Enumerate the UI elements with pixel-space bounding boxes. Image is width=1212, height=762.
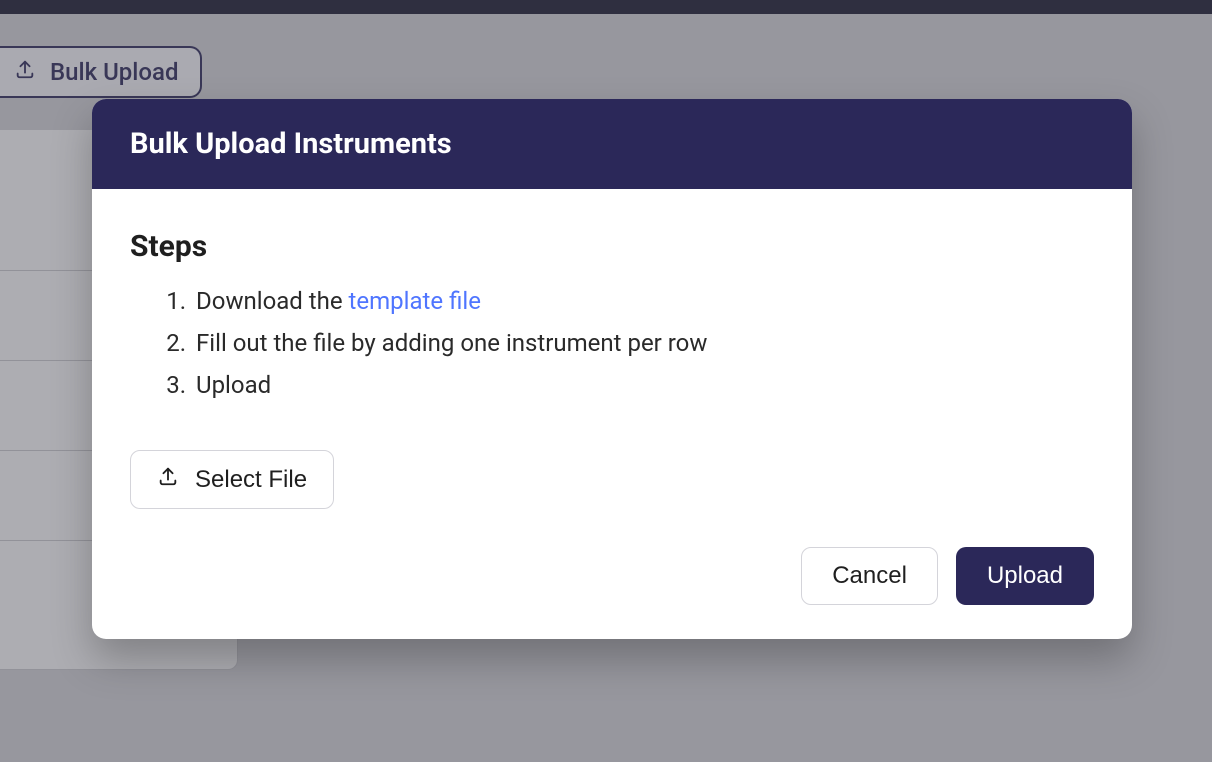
modal-footer: Cancel Upload xyxy=(92,539,1132,639)
steps-list: Download the template file Fill out the … xyxy=(130,280,1094,406)
cancel-button[interactable]: Cancel xyxy=(801,547,938,605)
select-file-label: Select File xyxy=(195,466,307,494)
modal-title: Bulk Upload Instruments xyxy=(130,127,452,161)
template-file-link[interactable]: template file xyxy=(349,287,481,315)
modal-body: Steps Download the template file Fill ou… xyxy=(92,189,1132,539)
step-item-2: Fill out the file by adding one instrume… xyxy=(192,322,1094,364)
step-item-1: Download the template file xyxy=(192,280,1094,322)
upload-icon xyxy=(157,465,179,494)
bulk-upload-modal: Bulk Upload Instruments Steps Download t… xyxy=(92,99,1132,639)
upload-button[interactable]: Upload xyxy=(956,547,1094,605)
step-item-3: Upload xyxy=(192,364,1094,406)
modal-header: Bulk Upload Instruments xyxy=(92,99,1132,189)
steps-heading: Steps xyxy=(130,229,1094,264)
step-1-prefix: Download the xyxy=(196,287,349,315)
select-file-button[interactable]: Select File xyxy=(130,450,334,509)
